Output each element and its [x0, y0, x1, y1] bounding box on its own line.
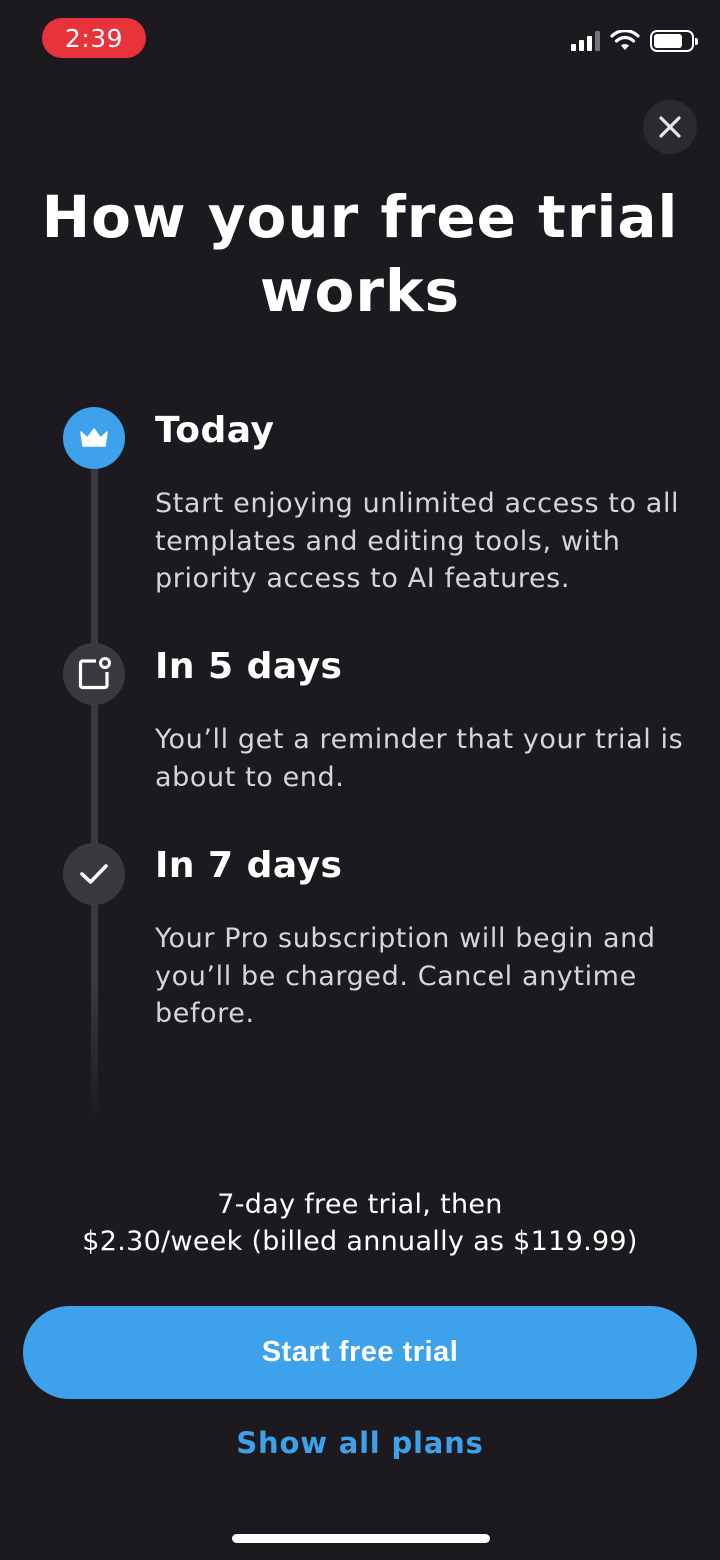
pricing-line-2: $2.30/week (billed annually as $119.99)	[82, 1226, 638, 1257]
pricing-line-1: 7-day free trial, then	[217, 1189, 503, 1220]
page-title: How your free trial works	[41, 183, 679, 325]
step-today-title: Today	[155, 410, 275, 451]
step-5days-badge	[63, 643, 125, 705]
home-indicator[interactable]	[232, 1534, 490, 1543]
timeline-line	[91, 440, 98, 1120]
step-5days-description: You’ll get a reminder that your trial is…	[155, 724, 684, 793]
checkmark-icon	[80, 864, 108, 884]
step-7days-description: Your Pro subscription will begin and you…	[155, 923, 656, 1029]
notification-icon	[78, 657, 111, 690]
close-button[interactable]	[643, 100, 697, 154]
battery-icon	[650, 30, 698, 52]
start-free-trial-button[interactable]: Start free trial	[23, 1306, 697, 1399]
paywall-screen: 2:39 How your free trial works Today Sta…	[0, 0, 720, 1560]
step-today-badge	[63, 407, 125, 469]
status-bar: 2:39	[0, 0, 720, 80]
show-all-plans-link[interactable]: Show all plans	[160, 1426, 560, 1460]
crown-icon	[80, 428, 108, 447]
step-5days-title: In 5 days	[155, 646, 343, 687]
close-icon	[659, 116, 681, 138]
signal-icon	[571, 31, 600, 51]
step-7days-title: In 7 days	[155, 845, 343, 886]
status-icons	[571, 30, 698, 52]
wifi-icon	[610, 30, 640, 50]
pricing-info: 7-day free trial, then $2.30/week (bille…	[20, 1186, 700, 1260]
status-time: 2:39	[42, 18, 146, 58]
step-7days-badge	[63, 843, 125, 905]
step-today-description: Start enjoying unlimited access to all t…	[155, 488, 680, 594]
